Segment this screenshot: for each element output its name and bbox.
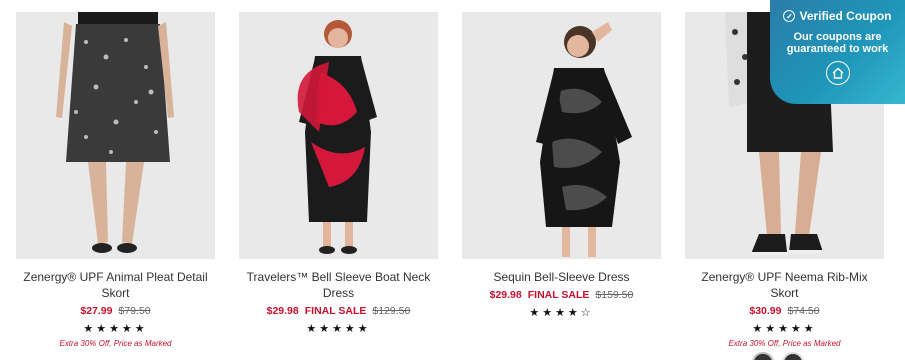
rating-stars[interactable]: ★★★★★ xyxy=(685,322,884,336)
check-circle-icon: ✓ xyxy=(783,10,796,22)
product-card[interactable]: Sequin Bell-Sleeve Dress $29.98 FINAL SAL… xyxy=(462,12,661,320)
rating-stars[interactable]: ★★★★★ xyxy=(239,322,438,336)
color-swatches xyxy=(752,352,804,360)
product-name[interactable]: Zenergy® UPF Neema Rib-Mix Skort xyxy=(685,269,884,301)
sale-price: $30.99 xyxy=(749,305,782,317)
price-row: $30.99 $74.50 xyxy=(685,304,884,318)
color-swatch[interactable] xyxy=(752,352,774,360)
original-price: $79.50 xyxy=(118,305,151,317)
original-price: $159.50 xyxy=(595,289,634,301)
home-icon[interactable] xyxy=(825,61,850,85)
product-name[interactable]: Zenergy® UPF Animal Pleat Detail Skort xyxy=(16,269,215,301)
product-card[interactable]: Travelers™ Bell Sleeve Boat Neck Dress $… xyxy=(239,12,438,336)
model-figure xyxy=(536,22,632,257)
home-icon-glyph xyxy=(832,67,843,79)
promo-text: Extra 30% Off, Price as Marked xyxy=(59,339,172,348)
product-info: Zenergy® UPF Neema Rib-Mix Skort $30.99 $… xyxy=(685,269,884,348)
price-row: $27.99 $79.50 xyxy=(16,304,215,318)
product-image[interactable] xyxy=(239,12,438,259)
product-name[interactable]: Sequin Bell-Sleeve Dress xyxy=(462,269,661,285)
product-name[interactable]: Travelers™ Bell Sleeve Boat Neck Dress xyxy=(239,269,438,301)
product-info: Travelers™ Bell Sleeve Boat Neck Dress $… xyxy=(239,269,438,336)
price-row: $29.98 FINAL SALE $159.50 xyxy=(462,288,661,302)
promo-text: Extra 30% Off, Price as Marked xyxy=(728,339,841,348)
sale-price: $29.98 xyxy=(266,305,299,317)
color-swatch[interactable] xyxy=(782,352,804,360)
sale-price: $27.99 xyxy=(80,305,113,317)
final-sale-label: FINAL SALE xyxy=(304,305,367,317)
price-row: $29.98 FINAL SALE $129.50 xyxy=(239,304,438,318)
original-price: $129.50 xyxy=(372,305,411,317)
sale-price: $29.98 xyxy=(489,289,522,301)
model-figure xyxy=(297,20,377,254)
product-card[interactable]: Zenergy® UPF Animal Pleat Detail Skort $… xyxy=(16,12,215,348)
original-price: $74.50 xyxy=(787,305,820,317)
rating-stars[interactable]: ★★★★★ xyxy=(16,322,215,336)
coupon-subtitle: Our coupons are guaranteed to work xyxy=(786,31,889,55)
coupon-title: Verified Coupon xyxy=(799,9,892,23)
coupon-title-row: ✓ Verified Coupon xyxy=(770,9,905,23)
product-info: Zenergy® UPF Animal Pleat Detail Skort $… xyxy=(16,269,215,348)
final-sale-label: FINAL SALE xyxy=(527,289,590,301)
rating-stars[interactable]: ★★★★☆ xyxy=(462,306,661,320)
model-figure xyxy=(56,12,174,253)
product-info: Sequin Bell-Sleeve Dress $29.98 FINAL SAL… xyxy=(462,269,661,320)
product-image[interactable] xyxy=(462,12,661,259)
verified-coupon-widget[interactable]: ✓ Verified Coupon Our coupons are guaran… xyxy=(770,0,905,104)
product-image[interactable] xyxy=(16,12,215,259)
